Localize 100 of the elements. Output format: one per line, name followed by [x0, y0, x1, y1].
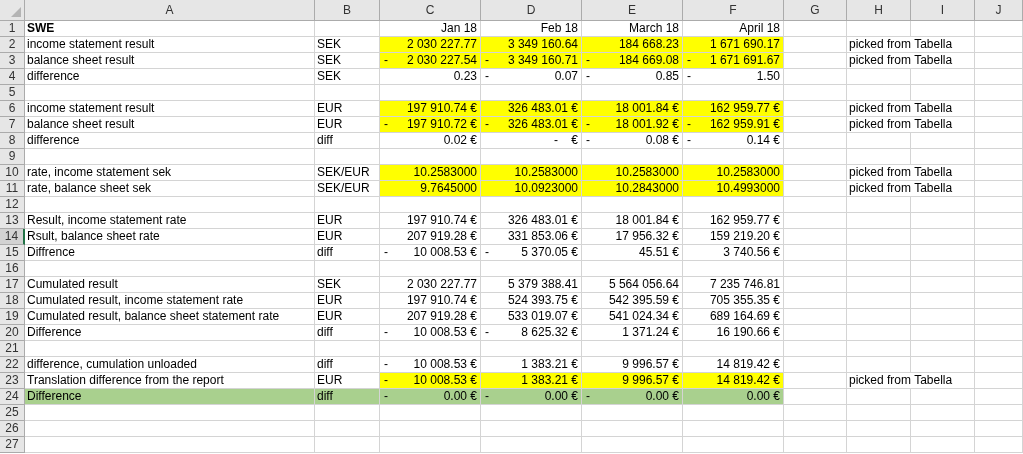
unit-label: EUR — [315, 293, 380, 309]
unit-label: EUR — [315, 213, 380, 229]
empty-cell — [911, 277, 975, 293]
cell-value: 3 349 160.64 — [507, 37, 578, 52]
minus-sign: - — [384, 373, 388, 387]
row-header[interactable]: 12 — [0, 197, 25, 213]
row-header[interactable]: 15 — [0, 245, 25, 261]
empty-cell — [911, 437, 975, 453]
cell-value: - € — [554, 133, 578, 148]
empty-cell — [975, 165, 1023, 181]
empty-cell — [975, 37, 1023, 53]
column-header[interactable]: D — [481, 0, 582, 20]
cell-value: 2 030 227.77 — [406, 37, 477, 52]
minus-sign: - — [687, 53, 691, 67]
cell-value: 10 008.53 € — [413, 245, 477, 260]
cell-value: 162 959.77 € — [709, 213, 780, 228]
cell-value: 326 483.01 € — [507, 117, 578, 132]
row-header[interactable]: 18 — [0, 293, 25, 309]
row-header[interactable]: 6 — [0, 101, 25, 117]
empty-cell — [911, 69, 975, 85]
row-header[interactable]: 8 — [0, 133, 25, 149]
row-header[interactable]: 27 — [0, 437, 25, 453]
empty-cell — [847, 437, 911, 453]
cell-value: 7 235 746.81 — [709, 277, 780, 292]
cell-value: 159 219.20 € — [709, 229, 780, 244]
column-header[interactable]: I — [911, 0, 975, 20]
row-label: income statement result — [25, 37, 315, 53]
row-header[interactable]: 21 — [0, 341, 25, 357]
empty-cell — [315, 149, 380, 165]
row-header[interactable]: 24 — [0, 389, 25, 405]
row-label: rate, income statement sek — [25, 165, 315, 181]
cell-value: 197 910.72 € — [406, 117, 477, 132]
empty-cell — [911, 389, 975, 405]
row-header[interactable]: 9 — [0, 149, 25, 165]
column-header[interactable]: E — [582, 0, 683, 20]
column-header[interactable]: J — [975, 0, 1023, 20]
column-header[interactable]: B — [315, 0, 380, 20]
row-header[interactable]: 17 — [0, 277, 25, 293]
minus-sign: - — [485, 389, 489, 403]
empty-cell — [784, 197, 847, 213]
unit-label: diff — [315, 133, 380, 149]
empty-cell — [975, 181, 1023, 197]
minus-sign: - — [384, 245, 388, 259]
row-header[interactable]: 22 — [0, 357, 25, 373]
cell-value: 689 164.69 € — [709, 309, 780, 324]
row-header[interactable]: 10 — [0, 165, 25, 181]
row-header[interactable]: 4 — [0, 69, 25, 85]
row-header[interactable]: 26 — [0, 421, 25, 437]
column-header[interactable]: C — [380, 0, 481, 20]
cell-value: 1 383.21 € — [521, 357, 578, 372]
unit-label: diff — [315, 389, 380, 405]
row-header[interactable]: 13 — [0, 213, 25, 229]
cell-value: 331 853.06 € — [507, 229, 578, 244]
empty-cell — [975, 133, 1023, 149]
empty-cell — [847, 389, 911, 405]
cell-value: Feb 18 — [540, 21, 578, 36]
cell-value: 197 910.74 € — [406, 213, 477, 228]
row-label: difference — [25, 133, 315, 149]
column-header[interactable]: A — [25, 0, 315, 20]
row-header[interactable]: 2 — [0, 37, 25, 53]
row-header[interactable]: 3 — [0, 53, 25, 69]
empty-cell — [847, 69, 911, 85]
empty-cell — [911, 341, 975, 357]
minus-sign: - — [586, 53, 590, 67]
empty-cell — [315, 197, 380, 213]
select-all-icon[interactable] — [11, 7, 21, 17]
column-header[interactable]: G — [784, 0, 847, 20]
cell-value: 1 371.24 € — [622, 325, 679, 340]
note-text: picked from Tabella — [847, 101, 975, 117]
row-header[interactable]: 7 — [0, 117, 25, 133]
row-header[interactable]: 11 — [0, 181, 25, 197]
minus-sign: - — [485, 117, 489, 131]
minus-sign: - — [384, 357, 388, 371]
cell-value: 8 625.32 € — [521, 325, 578, 340]
cell-value: 0.00 € — [443, 389, 477, 404]
row-header[interactable]: 14 — [0, 229, 25, 245]
note-text: picked from Tabella — [847, 117, 975, 133]
row-header[interactable]: 19 — [0, 309, 25, 325]
cell-value: 207 919.28 € — [406, 229, 477, 244]
empty-cell — [975, 405, 1023, 421]
row-header[interactable]: 20 — [0, 325, 25, 341]
cell-value: 10.4993000 — [716, 181, 780, 196]
row-header[interactable]: 25 — [0, 405, 25, 421]
empty-cell — [847, 229, 911, 245]
cell-value: 9 996.57 € — [622, 373, 679, 388]
column-header[interactable]: H — [847, 0, 911, 20]
column-header[interactable]: F — [683, 0, 784, 20]
minus-sign: - — [384, 325, 388, 339]
empty-cell — [847, 213, 911, 229]
row-header[interactable]: 1 — [0, 21, 25, 37]
unit-label: diff — [315, 325, 380, 341]
cell-value: 0.85 — [655, 69, 679, 84]
empty-cell — [911, 21, 975, 37]
cell-value: 10.2583000 — [514, 165, 578, 180]
row-header[interactable]: 16 — [0, 261, 25, 277]
row-header[interactable]: 23 — [0, 373, 25, 389]
row-header[interactable]: 5 — [0, 85, 25, 101]
empty-cell — [847, 421, 911, 437]
empty-cell — [784, 437, 847, 453]
empty-cell — [975, 309, 1023, 325]
